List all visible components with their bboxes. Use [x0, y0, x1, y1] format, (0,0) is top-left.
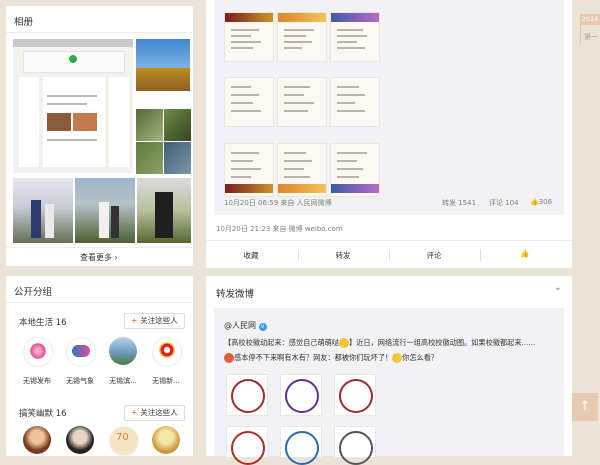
arrow-up-icon: ↑: [579, 399, 591, 414]
album-photo-field[interactable]: [136, 39, 190, 91]
repost-button[interactable]: 转发: [328, 250, 358, 261]
emoji-icon: [339, 338, 350, 348]
album-photo-group[interactable]: [136, 109, 163, 141]
group-label: 搞笑幽默: [19, 409, 54, 419]
post-meta[interactable]: 10月20日 21:23 来自 微博 weibo.com: [216, 224, 343, 234]
author-name: @人民网: [224, 321, 256, 330]
post-image[interactable]: [330, 77, 380, 127]
separator: [298, 249, 299, 261]
source-comment-count[interactable]: 评论 104: [489, 198, 519, 208]
comment-button[interactable]: 评论: [419, 250, 449, 261]
divider: [206, 240, 572, 241]
post-image[interactable]: [224, 12, 274, 62]
university-badge-image[interactable]: [334, 426, 376, 465]
group-name: 本地生活 16: [19, 316, 67, 328]
avatar[interactable]: [152, 337, 182, 367]
avatar-text: 70: [116, 432, 129, 443]
album-photo-group[interactable]: [164, 109, 191, 141]
text-part: 感本停不下来啊有木有？网友：都被你们玩坏了！: [234, 353, 393, 362]
album-photo-people[interactable]: [137, 178, 191, 243]
post-image[interactable]: [277, 12, 327, 62]
avatar[interactable]: 70: [109, 426, 139, 456]
timeline-item[interactable]: 第一: [584, 32, 598, 42]
timeline-year[interactable]: 2014: [580, 14, 600, 25]
post-image[interactable]: [224, 143, 274, 197]
text-part: 你怎么看？: [402, 353, 439, 362]
post-image[interactable]: [330, 12, 380, 62]
source-repost-count[interactable]: 转发 1541: [442, 198, 476, 208]
text-part: 【高校校徽动起来：感觉自己萌萌哒: [224, 338, 340, 347]
plus-icon: +: [131, 316, 138, 325]
album-more-link[interactable]: 查看更多 ›: [80, 252, 118, 263]
plus-icon: +: [131, 408, 138, 417]
thumb-up-icon: 👍: [530, 198, 539, 206]
emoji-icon: [392, 353, 403, 363]
timeline-line: [580, 14, 581, 44]
back-to-top-button[interactable]: ↑: [572, 393, 598, 421]
post-image[interactable]: [330, 143, 380, 197]
repost-body: @人民网 v 【高校校徽动起来：感觉自己萌萌哒 】近日，网络流行一组高校校徽动图。…: [214, 308, 564, 465]
emoji-icon: [224, 353, 234, 363]
member-name[interactable]: 无锡发布: [16, 376, 58, 386]
member-name[interactable]: 无锡滨...: [102, 376, 144, 386]
like-count: 306: [538, 198, 553, 206]
verified-icon: v: [258, 323, 267, 331]
like-button[interactable]: 👍: [515, 249, 535, 258]
university-badge-image[interactable]: [226, 374, 268, 416]
member-name[interactable]: 无锡气象: [59, 376, 101, 386]
divider: [6, 247, 193, 248]
post-image[interactable]: [224, 77, 274, 127]
album-photo-group[interactable]: [164, 142, 191, 174]
post-image[interactable]: [277, 143, 327, 197]
text-part: 】近日，网络流行一组高校校徽动图。如果校徽都起来......: [349, 338, 536, 347]
repost-card-title: 转发微博: [216, 289, 255, 300]
collapse-chevron-icon[interactable]: ⌄: [554, 282, 562, 293]
member-name[interactable]: 无锡新...: [145, 376, 187, 386]
groups-card: 公开分组 本地生活 16 + 关注这些人 无锡发布 无锡气象 无锡滨... 无锡新…: [6, 276, 193, 456]
university-badge-image[interactable]: [226, 426, 268, 465]
repost-author[interactable]: @人民网 v: [224, 320, 267, 331]
album-title: 相册: [14, 17, 34, 28]
university-badge-image[interactable]: [280, 374, 322, 416]
avatar[interactable]: [23, 337, 53, 367]
group-name: 搞笑幽默 16: [19, 407, 67, 419]
follow-label: 关注这些人: [140, 408, 178, 417]
divider: [6, 302, 193, 303]
separator: [480, 249, 481, 261]
favorite-button[interactable]: 收藏: [236, 250, 266, 261]
album-photo-people[interactable]: [75, 178, 135, 243]
thumb-up-icon: 👍: [520, 249, 530, 258]
repost-card: 转发微博 ⌄ @人民网 v 【高校校徽动起来：感觉自己萌萌哒 】近日，网络流行一组…: [206, 276, 572, 465]
follow-label: 关注这些人: [140, 316, 178, 325]
university-badge-image[interactable]: [280, 426, 322, 465]
group-label: 本地生活: [19, 318, 54, 328]
follow-group-button[interactable]: + 关注这些人: [124, 313, 185, 329]
album-photo-people[interactable]: [13, 178, 73, 243]
avatar[interactable]: [66, 337, 96, 367]
source-like[interactable]: 👍306: [530, 198, 552, 206]
divider: [6, 32, 193, 33]
separator: [389, 249, 390, 261]
university-badge-image[interactable]: [334, 374, 376, 416]
follow-group-button[interactable]: + 关注这些人: [124, 405, 185, 421]
avatar[interactable]: [109, 337, 137, 365]
groups-title: 公开分组: [14, 287, 53, 298]
post-image[interactable]: [277, 77, 327, 127]
group-count: 16: [55, 409, 67, 419]
album-photo-screenshot[interactable]: [13, 39, 133, 173]
post-card: 吧！ 10月20日 06:59 来自 人民网微博 转发 1541 评论 104 …: [206, 0, 572, 268]
source-meta[interactable]: 10月20日 06:59 来自 人民网微博: [224, 198, 332, 208]
repost-text-line2: 感本停不下来啊有木有？网友：都被你们玩坏了！ 你怎么看？: [224, 353, 559, 363]
repost-text-line1: 【高校校徽动起来：感觉自己萌萌哒 】近日，网络流行一组高校校徽动图。如果校徽都起来…: [224, 338, 559, 348]
image-grid: [224, 12, 384, 202]
group-count: 16: [55, 318, 67, 328]
album-photo-group[interactable]: [136, 142, 163, 174]
album-card: 相册 查看更多 ›: [6, 6, 193, 266]
timeline-strip: 2014 第一 ↑: [572, 0, 600, 450]
